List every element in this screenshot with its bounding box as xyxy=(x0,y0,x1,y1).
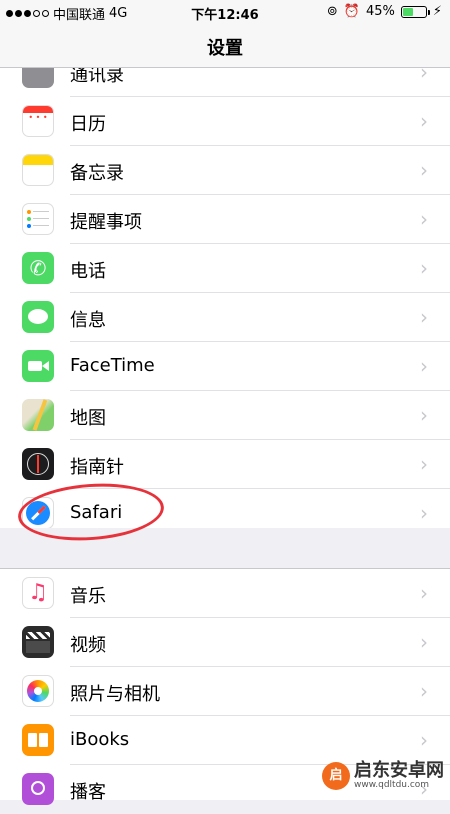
page-title: 设置 xyxy=(207,38,243,59)
settings-row-label: 通讯录 xyxy=(70,68,124,86)
settings-row-label: 日历 xyxy=(70,114,106,135)
messages-icon xyxy=(22,301,54,333)
photos-icon xyxy=(22,675,54,707)
chevron-right-icon: › xyxy=(420,68,428,84)
chevron-right-icon: › xyxy=(420,501,428,525)
settings-row-label: 指南针 xyxy=(70,457,124,478)
chevron-right-icon: › xyxy=(420,354,428,378)
chevron-right-icon: › xyxy=(420,158,428,182)
settings-row-label: 电话 xyxy=(70,261,106,282)
settings-row-label: 提醒事项 xyxy=(70,212,142,233)
watermark-name: 启东安卓网 xyxy=(354,760,444,781)
settings-row-calendar[interactable]: • • • 日历 › xyxy=(0,97,450,146)
settings-row-music[interactable]: ♫ 音乐 › xyxy=(0,569,450,618)
settings-row-label: iBooks xyxy=(70,729,130,750)
podcasts-icon xyxy=(22,773,54,805)
notes-icon xyxy=(22,154,54,186)
settings-row-label: 信息 xyxy=(70,310,106,331)
settings-row-notes[interactable]: 备忘录 › xyxy=(0,146,450,195)
battery-percent: 45% xyxy=(365,4,395,19)
settings-row-label: 播客 xyxy=(70,782,106,803)
watermark-url: www.qdltdu.com xyxy=(354,780,430,790)
settings-row-reminders[interactable]: 提醒事项 › xyxy=(0,195,450,244)
settings-row-label: 照片与相机 xyxy=(70,684,160,705)
settings-row-maps[interactable]: 地图 › xyxy=(0,391,450,440)
facetime-icon xyxy=(22,350,54,382)
settings-row-label: 备忘录 xyxy=(70,163,124,184)
settings-row-messages[interactable]: 信息 › xyxy=(0,293,450,342)
settings-row-videos[interactable]: 视频 › xyxy=(0,618,450,667)
contacts-icon xyxy=(22,68,54,88)
chevron-right-icon: › xyxy=(420,452,428,476)
ibooks-icon xyxy=(22,724,54,756)
navigation-bar: 设置 xyxy=(0,24,450,68)
settings-row-phone[interactable]: ✆ 电话 › xyxy=(0,244,450,293)
chevron-right-icon: › xyxy=(420,109,428,133)
settings-row-label: 音乐 xyxy=(70,586,106,607)
status-bar: 中国联通 4G 下午12:46 ⊚ ⏰ 45% ⚡ xyxy=(0,0,450,24)
settings-row-label: 视频 xyxy=(70,635,106,656)
rotation-lock-icon: ⊚ xyxy=(326,4,338,19)
reminders-icon xyxy=(22,203,54,235)
chevron-right-icon: › xyxy=(420,403,428,427)
settings-row-facetime[interactable]: FaceTime › xyxy=(0,342,450,391)
settings-row-label: 地图 xyxy=(70,408,106,429)
chevron-right-icon: › xyxy=(420,581,428,605)
phone-icon: ✆ xyxy=(22,252,54,284)
chevron-right-icon: › xyxy=(420,630,428,654)
settings-row-ibooks[interactable]: iBooks › xyxy=(0,716,450,765)
chevron-right-icon: › xyxy=(420,256,428,280)
videos-icon xyxy=(22,626,54,658)
music-icon: ♫ xyxy=(22,577,54,609)
compass-icon xyxy=(22,448,54,480)
chevron-right-icon: › xyxy=(420,305,428,329)
settings-group-1: 通讯录 › • • • 日历 › 备忘录 › 提醒事项 › ✆ 电话 › 信息 … xyxy=(0,68,450,528)
chevron-right-icon: › xyxy=(420,207,428,231)
settings-row-contacts[interactable]: 通讯录 › xyxy=(0,68,450,97)
watermark-logo-icon: 启 xyxy=(322,762,350,790)
settings-row-label: FaceTime xyxy=(70,355,155,376)
status-right: ⊚ ⏰ 45% ⚡ xyxy=(327,4,442,19)
watermark: 启 启东安卓网 www.qdltdu.com xyxy=(322,762,444,790)
calendar-icon: • • • xyxy=(22,105,54,137)
chevron-right-icon: › xyxy=(420,728,428,752)
chevron-right-icon: › xyxy=(420,679,428,703)
maps-icon xyxy=(22,399,54,431)
battery-icon xyxy=(400,5,430,18)
settings-row-photos-camera[interactable]: 照片与相机 › xyxy=(0,667,450,716)
charging-icon: ⚡ xyxy=(432,4,442,19)
alarm-icon: ⏰ xyxy=(343,4,360,19)
settings-row-compass[interactable]: 指南针 › xyxy=(0,440,450,489)
